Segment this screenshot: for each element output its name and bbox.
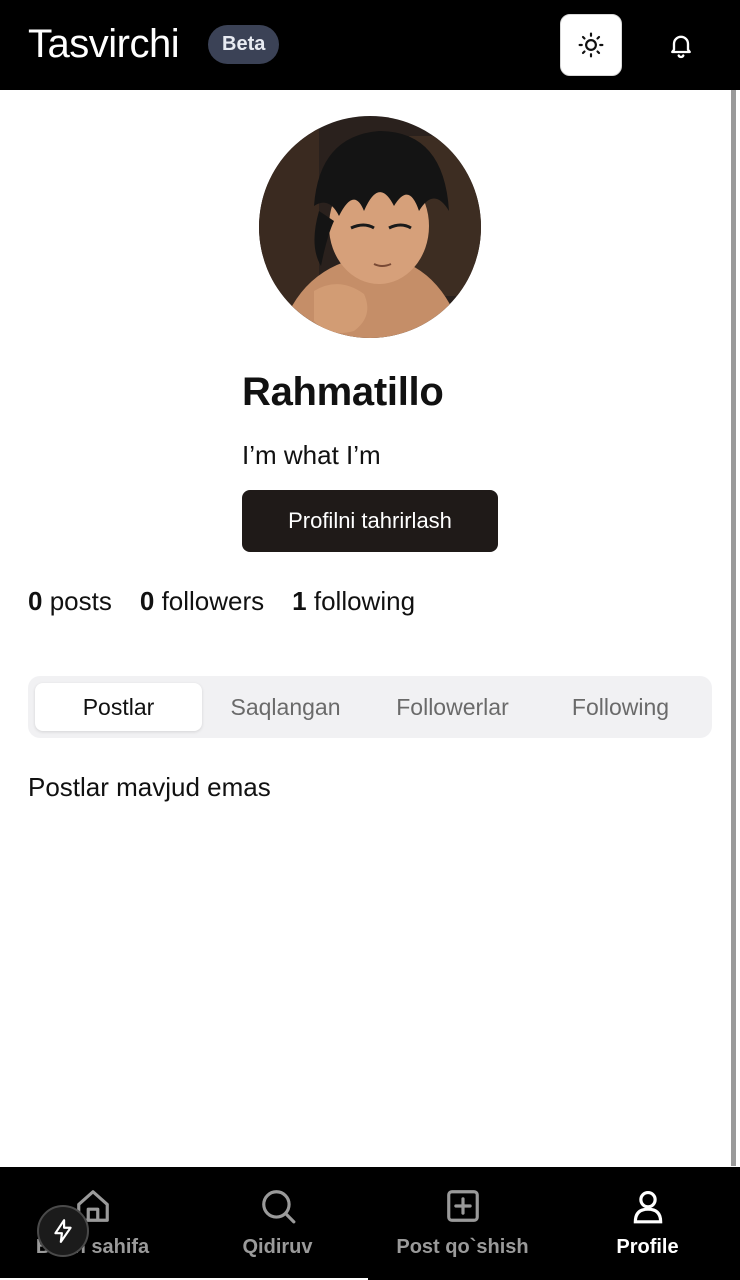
stat-label: following xyxy=(313,586,416,616)
profile-avatar[interactable] xyxy=(259,116,481,338)
stat-count: 0 xyxy=(28,586,43,616)
nav-label: Profile xyxy=(616,1236,679,1258)
empty-posts-message: Postlar mavjud emas xyxy=(28,772,271,802)
user-icon xyxy=(633,1190,663,1224)
nav-label: Bosh sahifa xyxy=(35,1236,150,1258)
bottom-nav: Bosh sahifa Qidiruv Post qo`shish Profil… xyxy=(0,1167,740,1280)
nav-profile[interactable]: Profile xyxy=(555,1167,740,1280)
nav-home[interactable]: Bosh sahifa xyxy=(0,1167,185,1280)
nav-label: Qidiruv xyxy=(242,1236,313,1258)
stat-label: followers xyxy=(161,586,265,616)
nav-search[interactable]: Qidiruv xyxy=(185,1167,370,1280)
stat-posts[interactable]: 0 posts xyxy=(28,584,112,618)
profile-bio: I’m what I’m xyxy=(242,440,381,470)
top-header: Tasvirchi Beta xyxy=(0,0,740,90)
quick-action-button[interactable] xyxy=(37,1205,89,1257)
sun-icon xyxy=(578,32,604,58)
stat-followers[interactable]: 0 followers xyxy=(140,584,264,618)
stat-count: 1 xyxy=(292,586,307,616)
theme-toggle-button[interactable] xyxy=(560,14,622,76)
scrollbar[interactable] xyxy=(731,90,736,1166)
search-icon xyxy=(262,1190,296,1224)
edit-profile-button[interactable]: Profilni tahrirlash xyxy=(242,490,498,552)
stat-following[interactable]: 1 following xyxy=(292,584,415,618)
lightning-icon xyxy=(54,1219,72,1243)
tab-following[interactable]: Following xyxy=(537,683,704,731)
plus-square-icon xyxy=(447,1190,479,1222)
stat-count: 0 xyxy=(139,586,155,616)
notifications-button[interactable] xyxy=(650,14,712,76)
profile-username: Rahmatillo xyxy=(242,370,444,414)
profile-tabs: Postlar Saqlangan Followerlar Following xyxy=(28,676,712,738)
nav-label: Post qo`shish xyxy=(396,1236,529,1258)
profile-page: Tasvirchi Beta Rahmatillo I’m what I’m P… xyxy=(0,0,740,1280)
avatar-image xyxy=(259,116,481,338)
beta-badge: Beta xyxy=(208,25,280,64)
nav-add-post[interactable]: Post qo`shish xyxy=(370,1167,555,1280)
stat-label: posts xyxy=(49,586,112,616)
tab-followerlar[interactable]: Followerlar xyxy=(369,683,536,731)
profile-stats: 0 posts 0 followers 1 following xyxy=(28,584,443,618)
tab-postlar[interactable]: Postlar xyxy=(35,683,202,731)
tab-saqlangan[interactable]: Saqlangan xyxy=(202,683,369,731)
bell-icon xyxy=(671,35,691,59)
app-title[interactable]: Tasvirchi xyxy=(28,20,180,68)
